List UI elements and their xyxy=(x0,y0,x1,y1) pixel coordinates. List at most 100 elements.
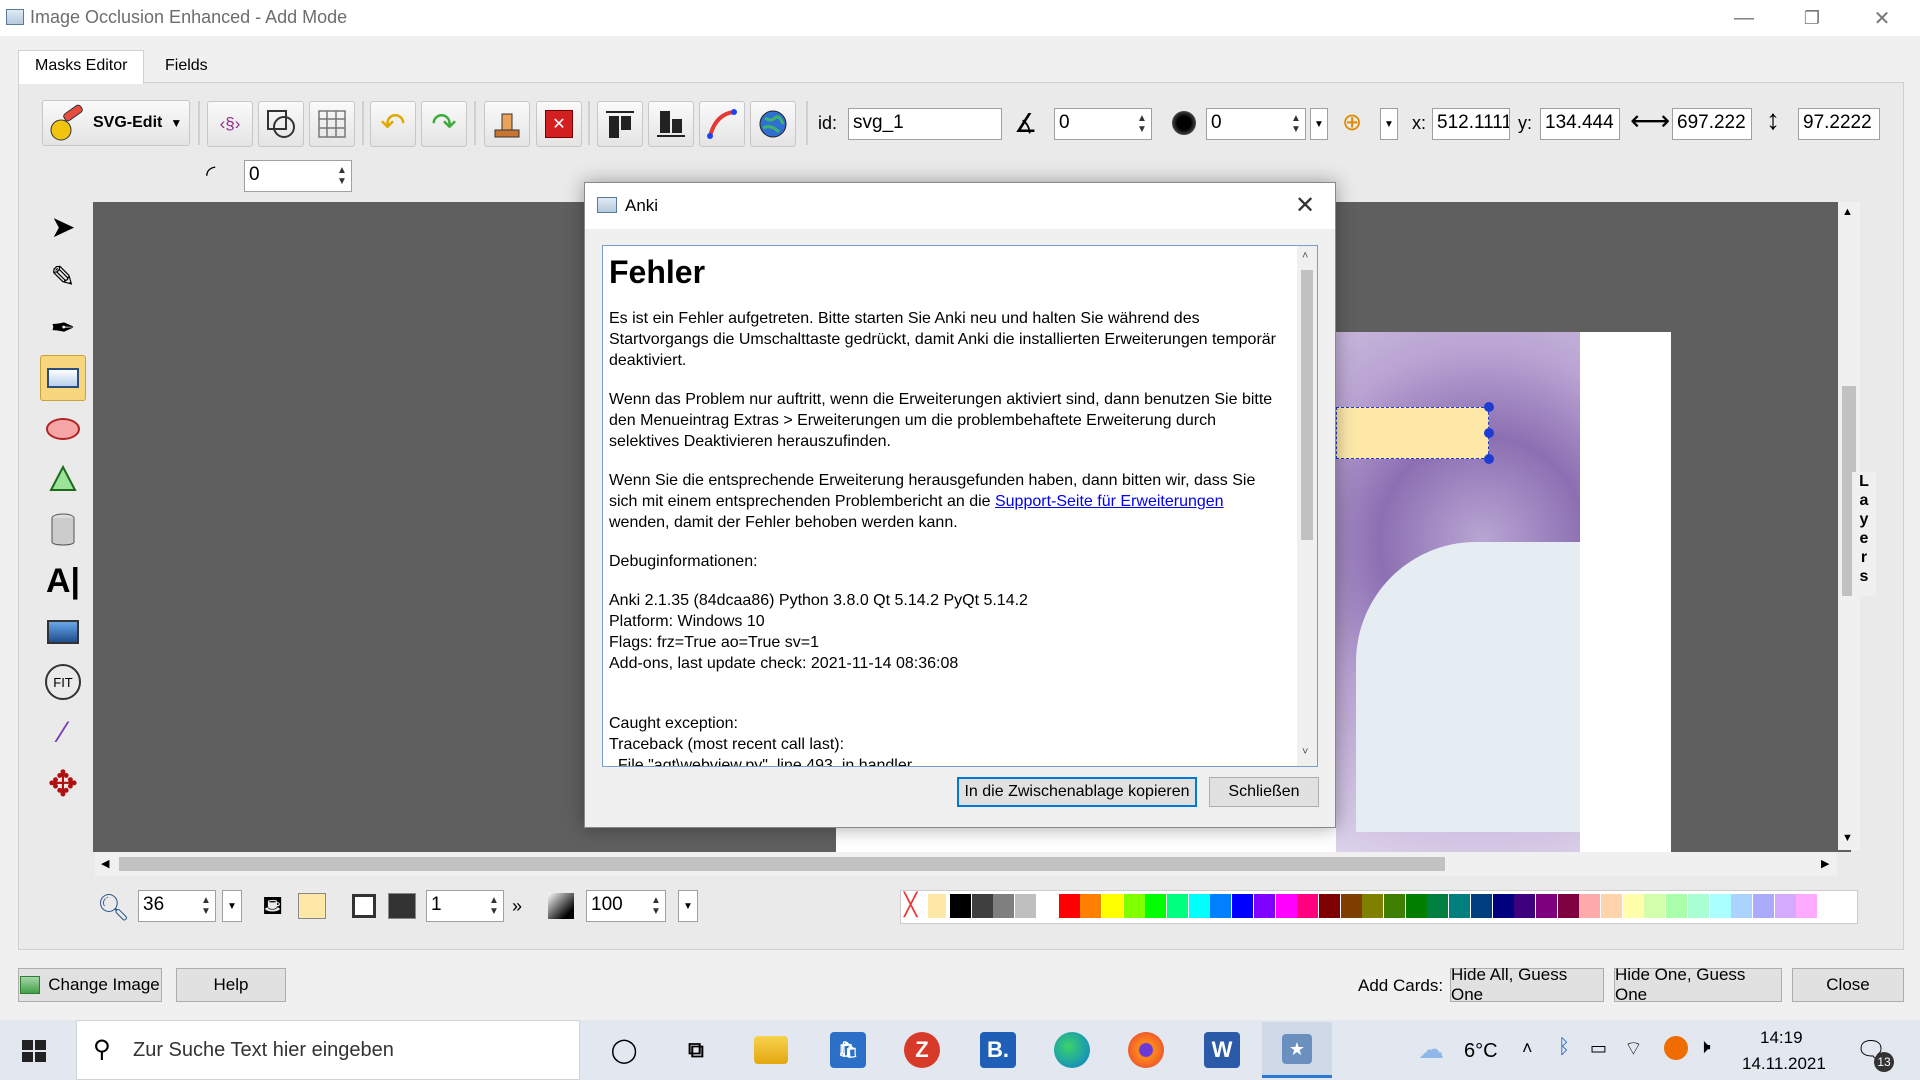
palette-swatch[interactable] xyxy=(1796,894,1818,918)
palette-swatch[interactable] xyxy=(1123,894,1145,918)
fit-zoom-tool[interactable]: FIT xyxy=(40,659,86,705)
close-window-button[interactable]: ✕ xyxy=(1852,0,1912,36)
clone-button[interactable] xyxy=(484,101,530,147)
palette-swatch[interactable] xyxy=(1405,894,1427,918)
palette-swatch[interactable] xyxy=(1557,894,1579,918)
tray-app-icon[interactable] xyxy=(1664,1036,1688,1060)
opacity-input[interactable]: 100 ▲ ▼ xyxy=(586,890,666,922)
rotation-input[interactable]: 0 ▲ ▼ xyxy=(1054,108,1152,140)
zoom-input[interactable]: 36 ▲ ▼ xyxy=(138,890,216,922)
corner-radius-input[interactable]: 0 ▲ ▼ xyxy=(244,160,352,192)
shape-library-tool[interactable] xyxy=(40,507,86,553)
palette-swatch[interactable] xyxy=(950,894,971,918)
palette-swatch[interactable] xyxy=(1427,894,1449,918)
palette-swatch[interactable] xyxy=(1297,894,1319,918)
select-tool[interactable]: ➤ xyxy=(40,204,86,250)
scroll-down-icon[interactable]: ▼ xyxy=(1842,832,1853,844)
palette-swatch[interactable] xyxy=(1687,894,1709,918)
zotero-icon[interactable]: Z xyxy=(904,1032,940,1068)
undo-button[interactable]: ↶ xyxy=(370,101,416,147)
align-top-button[interactable] xyxy=(597,101,643,147)
maximize-button[interactable]: ❐ xyxy=(1782,0,1842,36)
rectangle-tool[interactable] xyxy=(40,355,86,401)
minimize-button[interactable]: — xyxy=(1714,0,1774,36)
dialog-close-icon[interactable]: ✕ xyxy=(1295,191,1315,220)
palette-swatch[interactable] xyxy=(1015,894,1037,918)
palette-swatch[interactable] xyxy=(1449,894,1471,918)
taskbar-search-box[interactable]: ⚲ Zur Suche Text hier eingeben xyxy=(76,1020,580,1080)
stroke-color-swatch[interactable] xyxy=(388,893,416,919)
occlusion-mask-rect[interactable] xyxy=(1336,407,1489,459)
cortana-icon[interactable]: ◯ xyxy=(606,1032,642,1068)
anki-taskbar-button[interactable]: ★ xyxy=(1262,1022,1332,1078)
dialog-scrollbar[interactable]: ˄ ˅ xyxy=(1297,246,1317,766)
resize-handle[interactable] xyxy=(1484,454,1494,464)
palette-swatch[interactable] xyxy=(1101,894,1123,918)
hide-one-guess-one-button[interactable]: Hide One, Guess One xyxy=(1614,965,1782,1004)
polygon-tool[interactable] xyxy=(40,456,86,502)
scroll-thumb[interactable] xyxy=(119,857,1445,871)
scroll-up-icon[interactable]: ▲ xyxy=(1842,206,1853,218)
firefox-icon[interactable] xyxy=(1128,1032,1164,1068)
stroke-width-input[interactable]: 1 ▲ ▼ xyxy=(426,890,504,922)
word-icon[interactable]: W xyxy=(1204,1032,1240,1068)
windows-start-icon[interactable] xyxy=(22,1040,46,1062)
clock-date[interactable]: 14.11.2021 xyxy=(1742,1054,1826,1074)
palette-swatch[interactable] xyxy=(1210,894,1232,918)
palette-swatch[interactable] xyxy=(1188,894,1210,918)
palette-swatch[interactable] xyxy=(1318,894,1340,918)
tab-masks-editor[interactable]: Masks Editor xyxy=(18,50,145,84)
y-position-input[interactable]: 134.444 xyxy=(1540,108,1620,140)
weather-temperature[interactable]: 6°C xyxy=(1464,1040,1498,1063)
delete-button[interactable]: ✕ xyxy=(536,101,582,147)
svg-edit-menu-button[interactable]: SVG-Edit ▼ xyxy=(42,100,190,146)
scroll-right-icon[interactable]: ▶ xyxy=(1821,857,1829,870)
scroll-left-icon[interactable]: ◀ xyxy=(101,857,109,870)
close-button[interactable]: Close xyxy=(1792,968,1904,1002)
help-button[interactable]: Help xyxy=(176,968,286,1002)
resize-handle[interactable] xyxy=(1484,402,1494,412)
spin-arrows-icon[interactable]: ▲ ▼ xyxy=(488,895,500,917)
recent-color-swatch[interactable] xyxy=(928,894,946,918)
text-tool[interactable]: A| xyxy=(40,558,86,604)
line-tool[interactable]: ✒ xyxy=(40,305,86,351)
palette-swatch[interactable] xyxy=(993,894,1015,918)
palette-swatch[interactable] xyxy=(971,894,993,918)
image-tool[interactable] xyxy=(40,609,86,655)
spin-arrows-icon[interactable]: ▲ ▼ xyxy=(1290,113,1302,135)
palette-swatch[interactable] xyxy=(1058,894,1080,918)
wifi-icon[interactable]: ⌔ xyxy=(1624,1036,1643,1061)
dialog-close-button[interactable]: Schließen xyxy=(1209,777,1319,807)
palette-swatch[interactable] xyxy=(1622,894,1644,918)
palette-swatch[interactable] xyxy=(1275,894,1297,918)
palette-swatch[interactable] xyxy=(1145,894,1167,918)
b-app-icon[interactable]: B. xyxy=(980,1032,1016,1068)
task-view-icon[interactable]: ⧉ xyxy=(678,1032,714,1068)
opacity-dropdown-button[interactable]: ▼ xyxy=(678,890,698,922)
blur-dropdown-button[interactable]: ▼ xyxy=(1310,108,1328,140)
pencil-tool[interactable]: ✎ xyxy=(40,254,86,300)
x-position-input[interactable]: 512.1111 xyxy=(1432,108,1510,140)
addon-support-link[interactable]: Support-Seite für Erweiterungen xyxy=(995,493,1224,510)
zoom-dropdown-button[interactable]: ▼ xyxy=(222,890,242,922)
pan-tool[interactable]: ✥ xyxy=(40,761,86,807)
palette-swatch[interactable] xyxy=(1579,894,1601,918)
change-image-button[interactable]: Change Image xyxy=(18,968,162,1002)
store-icon[interactable]: 🛍︎ xyxy=(830,1032,866,1068)
path-tool-button[interactable] xyxy=(699,101,745,147)
palette-swatch[interactable] xyxy=(1080,894,1102,918)
group-button[interactable] xyxy=(258,101,304,147)
spin-arrows-icon[interactable]: ▲ ▼ xyxy=(1136,113,1148,135)
spin-arrows-icon[interactable]: ▲ ▼ xyxy=(650,895,662,917)
stroke-style-icon[interactable]: » xyxy=(512,896,522,917)
element-id-input[interactable]: svg_1 xyxy=(848,108,1002,140)
scroll-thumb[interactable] xyxy=(1301,270,1313,540)
palette-swatch[interactable] xyxy=(1601,894,1622,918)
palette-swatch[interactable] xyxy=(1470,894,1492,918)
no-color-swatch[interactable]: ╳ xyxy=(904,894,926,918)
source-button[interactable]: ‹§› xyxy=(207,101,253,147)
global-button[interactable] xyxy=(750,101,796,147)
palette-swatch[interactable] xyxy=(1340,894,1362,918)
palette-swatch[interactable] xyxy=(1731,894,1753,918)
palette-swatch[interactable] xyxy=(1036,894,1058,918)
